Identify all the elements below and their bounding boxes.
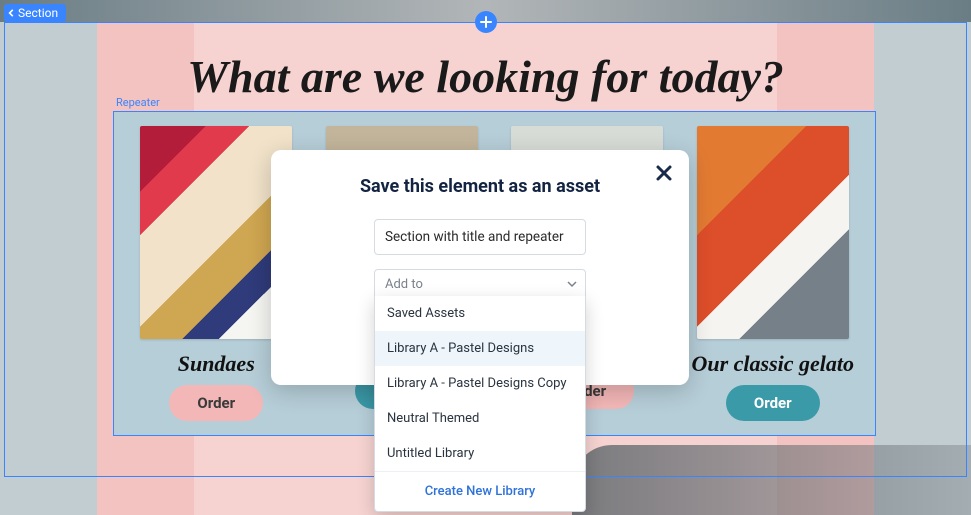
order-button[interactable]: Order — [726, 385, 820, 421]
modal-title: Save this element as an asset — [297, 176, 663, 197]
product-title: Our classic gelato — [691, 351, 854, 377]
dropdown-item[interactable]: Untitled Library — [375, 436, 585, 471]
dropdown-item[interactable]: Neutral Themed — [375, 401, 585, 436]
section-tag-label: Section — [18, 6, 58, 20]
dropdown-item[interactable]: Library A - Pastel Designs Copy — [375, 366, 585, 401]
product-card: Our classic gelato Order — [689, 126, 858, 421]
order-button[interactable]: Order — [169, 385, 263, 421]
dropdown-item[interactable]: Library A - Pastel Designs — [375, 331, 585, 366]
close-icon — [655, 167, 673, 186]
add-to-dropdown: Saved Assets Library A - Pastel Designs … — [374, 296, 586, 512]
add-to-select[interactable]: Add to — [374, 269, 586, 299]
product-image — [697, 126, 849, 339]
asset-name-input[interactable] — [374, 219, 586, 255]
add-to-placeholder: Add to — [385, 277, 423, 292]
dropdown-item[interactable]: Saved Assets — [375, 296, 585, 331]
add-element-button[interactable] — [475, 11, 497, 33]
plus-icon — [480, 13, 492, 32]
section-tag[interactable]: Section — [4, 4, 66, 22]
modal-close-button[interactable] — [655, 164, 673, 186]
create-new-library[interactable]: Create New Library — [375, 471, 585, 511]
product-image — [140, 126, 292, 339]
product-title: Sundaes — [178, 351, 255, 377]
chevron-left-icon — [8, 6, 16, 20]
repeater-label: Repeater — [116, 96, 160, 109]
